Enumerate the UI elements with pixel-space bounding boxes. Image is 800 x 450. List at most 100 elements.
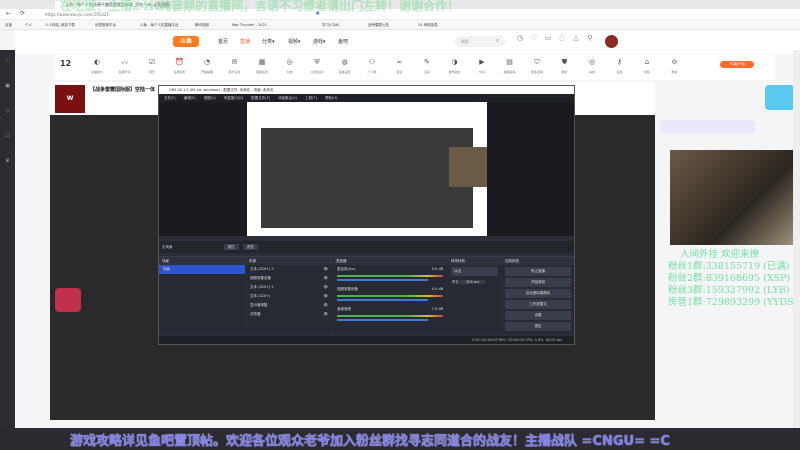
visibility-eye-icon[interactable]: 👁 (324, 283, 328, 292)
toolbar-item-label[interactable]: 直播开关 (113, 70, 137, 74)
toolbar-item-label[interactable]: 礼物活动 (305, 70, 329, 74)
scene-item[interactable]: 场景 (159, 265, 245, 274)
toolbar-icon[interactable]: ✉ (223, 58, 247, 66)
search-icon[interactable]: ⌕ (496, 37, 499, 45)
toolbar-icon[interactable]: ◔ (195, 58, 219, 66)
source-item[interactable]: 浏览器 👁 (246, 310, 332, 319)
sidebar-item-follow[interactable]: ▣ (0, 83, 15, 89)
toolbar-icon[interactable]: ⌂ (635, 58, 659, 66)
toolbar-icon[interactable]: ◑ (443, 58, 467, 66)
toolbar-icon[interactable]: ▦ (250, 58, 274, 66)
toolbar-item-label[interactable]: 连麦 (388, 70, 412, 74)
source-item[interactable]: 文本 (GDI+) 3 👁 (246, 265, 332, 274)
visibility-eye-icon[interactable]: 👁 (324, 292, 328, 301)
sidebar-item-recommend[interactable]: ♡ (0, 58, 15, 64)
source-item[interactable]: 文本 (GDI+) 2 👁 (246, 283, 332, 292)
volume-slider[interactable] (337, 319, 429, 321)
transition-select[interactable]: 淡出 (451, 267, 498, 276)
toolbar-item-label[interactable]: 超管 (553, 70, 577, 74)
promo-badge[interactable] (765, 85, 795, 110)
toolbar-icon[interactable]: ◎ (580, 58, 604, 66)
page-scrollbar[interactable] (793, 50, 800, 450)
obs-menu-item[interactable]: 工具(T) (305, 96, 317, 100)
toolbar-icon[interactable]: ☑ (140, 58, 164, 66)
bookmark[interactable]: 人人网站_网游下载 (45, 21, 75, 29)
toolbar-item-label[interactable]: 分享 (470, 70, 494, 74)
toolbar-item-label[interactable]: 用户任务 (223, 70, 247, 74)
toolbar-item-label[interactable]: 音乐 (140, 70, 164, 74)
volume-slider[interactable] (337, 279, 429, 281)
toolbar-item-label[interactable]: 更多活动 (525, 70, 549, 74)
obs-menu-item[interactable]: 视图(V) (204, 96, 216, 100)
bookmark[interactable]: War Thunder - 2021 (232, 21, 267, 29)
toolbar-icon[interactable]: ✎ (415, 58, 439, 66)
toolbar-item-label[interactable]: 主播积分 (85, 70, 109, 74)
toolbar-item-label[interactable]: 开播提醒 (195, 70, 219, 74)
back-icon[interactable]: ← (6, 10, 11, 17)
obs-menu-item[interactable]: 编辑(E) (184, 96, 196, 100)
control-button[interactable]: 工作室模式 (505, 300, 571, 309)
reload-icon[interactable]: ⟳ (20, 10, 25, 17)
download-icon[interactable]: ▭ (541, 34, 555, 42)
bookmark[interactable]: 腾讯视频 (195, 21, 209, 29)
toolbar-item-label[interactable]: 宝箱任务 (250, 70, 274, 74)
obs-menu-item[interactable]: 停靠窗口(D) (224, 96, 243, 100)
toolbar-item-label[interactable]: 隐私 (635, 70, 659, 74)
sidebar-item-games[interactable]: ◇ (0, 108, 15, 114)
toolbar-item-label[interactable]: 禁言 (580, 70, 604, 74)
toolbar-icon[interactable]: ⛊ (553, 58, 577, 67)
toolbar-item-label[interactable]: 直播设置 (333, 70, 357, 74)
obs-menu-item[interactable]: 配置文件(P) (251, 96, 270, 100)
creator-icon[interactable]: ⚲ (583, 34, 597, 42)
control-button[interactable]: 停止直播 (505, 267, 571, 276)
nav-games[interactable]: 游戏▾ (313, 38, 326, 45)
nav-video[interactable]: 视频▾ (288, 38, 301, 45)
toolbar-icon[interactable]: ⏰ (168, 58, 192, 66)
control-button[interactable]: 启动虚拟摄像机 (505, 289, 571, 298)
nav-yuba[interactable]: 鱼吧 (338, 38, 348, 45)
toolbar-icon[interactable]: ◎ (278, 58, 302, 66)
client-icon[interactable]: ◌ (555, 34, 569, 42)
visibility-eye-icon[interactable]: 👁 (324, 265, 328, 274)
toolbar-icon[interactable]: ▶ (470, 58, 494, 66)
source-item[interactable]: 视频采集设备 👁 (246, 274, 332, 283)
visibility-eye-icon[interactable]: 👁 (324, 301, 328, 310)
toolbar-icon[interactable]: ◐ (85, 58, 109, 66)
bookmark[interactable]: 百度 (5, 21, 12, 29)
visibility-eye-icon[interactable]: 👁 (324, 310, 328, 319)
duration-input[interactable]: 300 ms (460, 280, 486, 284)
toolbar-item-label[interactable]: 主播任务 (168, 70, 192, 74)
bookmark[interactable]: 战争雷霆公告 (368, 21, 389, 29)
control-button[interactable]: 设置 (505, 311, 571, 320)
obs-menu-item[interactable]: 场景集合(S) (278, 96, 297, 100)
toolbar-icon[interactable]: ⛉ (525, 58, 549, 67)
history-icon[interactable]: ◷ (513, 34, 527, 42)
toolbar-icon[interactable]: ◍ (333, 58, 357, 66)
toolbar-icon[interactable]: 〰 (113, 58, 137, 68)
filters-button[interactable]: 滤镜 (242, 244, 258, 250)
control-button[interactable]: 开始录制 (505, 278, 571, 287)
obs-menu-item[interactable]: 帮助(H) (325, 96, 337, 100)
message-icon[interactable]: △ (569, 34, 583, 42)
sidebar-item-ent[interactable]: ☖ (0, 133, 15, 139)
toolbar-icon[interactable]: ⚇ (360, 58, 384, 66)
bookmark[interactable]: 优秀推荐平台 (95, 21, 116, 29)
nav-live[interactable]: 直播 (240, 38, 250, 45)
pc-client-button[interactable]: PC客户端 (720, 61, 754, 68)
source-item[interactable]: 显示器采集 👁 (246, 301, 332, 310)
bookmark[interactable]: 斗鱼 - 每个人的直播平台 (140, 21, 179, 29)
toolbar-item-label[interactable]: 小飞机 (360, 70, 384, 74)
gift-badge[interactable] (55, 288, 81, 312)
toolbar-item-label[interactable]: 礼物 (278, 70, 302, 74)
source-item[interactable]: 文本 (GDI+) 👁 (246, 292, 332, 301)
obs-menu-item[interactable]: 文件(F) (164, 96, 176, 100)
nav-home[interactable]: 首页 (218, 38, 228, 45)
toolbar-item-label[interactable]: 设置 (608, 70, 632, 74)
toolbar-icon[interactable]: ▤ (498, 58, 522, 66)
control-button[interactable]: 退出 (505, 322, 571, 331)
toolbar-icon[interactable]: ⛨ (305, 58, 329, 67)
event-banner[interactable] (660, 120, 755, 134)
follow-icon[interactable]: ♡ (527, 34, 541, 42)
toolbar-item-label[interactable]: 粉丝 (663, 70, 687, 74)
toolbar-item-label[interactable]: 发布动态 (443, 70, 467, 74)
